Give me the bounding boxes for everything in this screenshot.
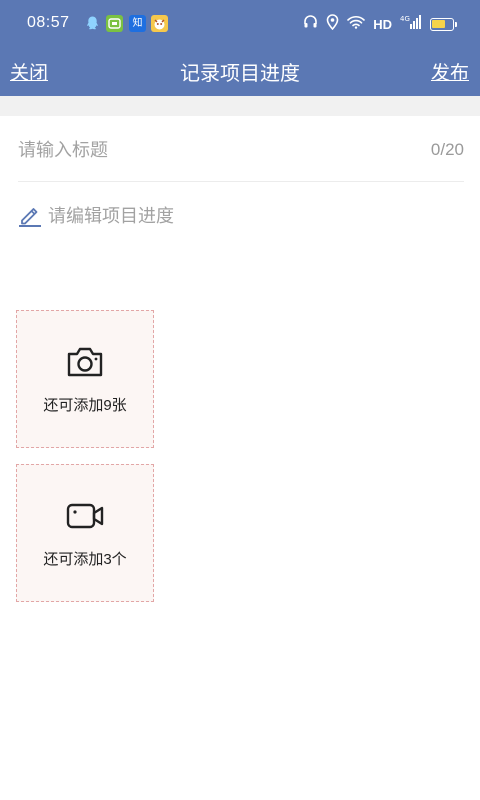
headset-icon (303, 14, 318, 34)
add-video-button[interactable]: 还可添加3个 (16, 464, 154, 602)
battery-level (432, 19, 446, 28)
app-icon (106, 15, 123, 32)
photo-remaining-label: 还可添加9张 (43, 397, 127, 414)
location-icon (326, 13, 339, 35)
status-time: 08:57 (27, 14, 70, 31)
pencil-icon (18, 203, 42, 227)
content-editor[interactable]: 请编辑项目进度 (18, 200, 174, 230)
status-bar: 08:57 知 HD 4G (0, 0, 480, 48)
title-char-counter: 0/20 (430, 140, 464, 159)
network-label: HD (373, 16, 392, 32)
add-photo-button[interactable]: 还可添加9张 (16, 310, 154, 448)
camera-icon (65, 345, 105, 379)
nav-bar: 关闭 记录项目进度 发布 (0, 48, 480, 96)
title-row: 0/20 (18, 116, 464, 182)
section-divider (0, 96, 480, 116)
title-input[interactable] (18, 136, 398, 164)
wifi-icon (347, 15, 366, 34)
zhihu-icon: 知 (129, 15, 146, 32)
qq-icon (84, 15, 101, 32)
svg-text:4G: 4G (400, 15, 410, 23)
status-indicators: HD 4G (303, 13, 457, 35)
video-remaining-label: 还可添加3个 (43, 551, 127, 568)
app-icon (151, 15, 168, 32)
page-title: 记录项目进度 (180, 63, 300, 85)
publish-button[interactable]: 发布 (431, 58, 469, 85)
signal-icon: 4G (400, 14, 422, 35)
video-camera-icon (65, 499, 105, 533)
battery-icon (430, 17, 457, 31)
content-placeholder: 请编辑项目进度 (48, 206, 174, 226)
